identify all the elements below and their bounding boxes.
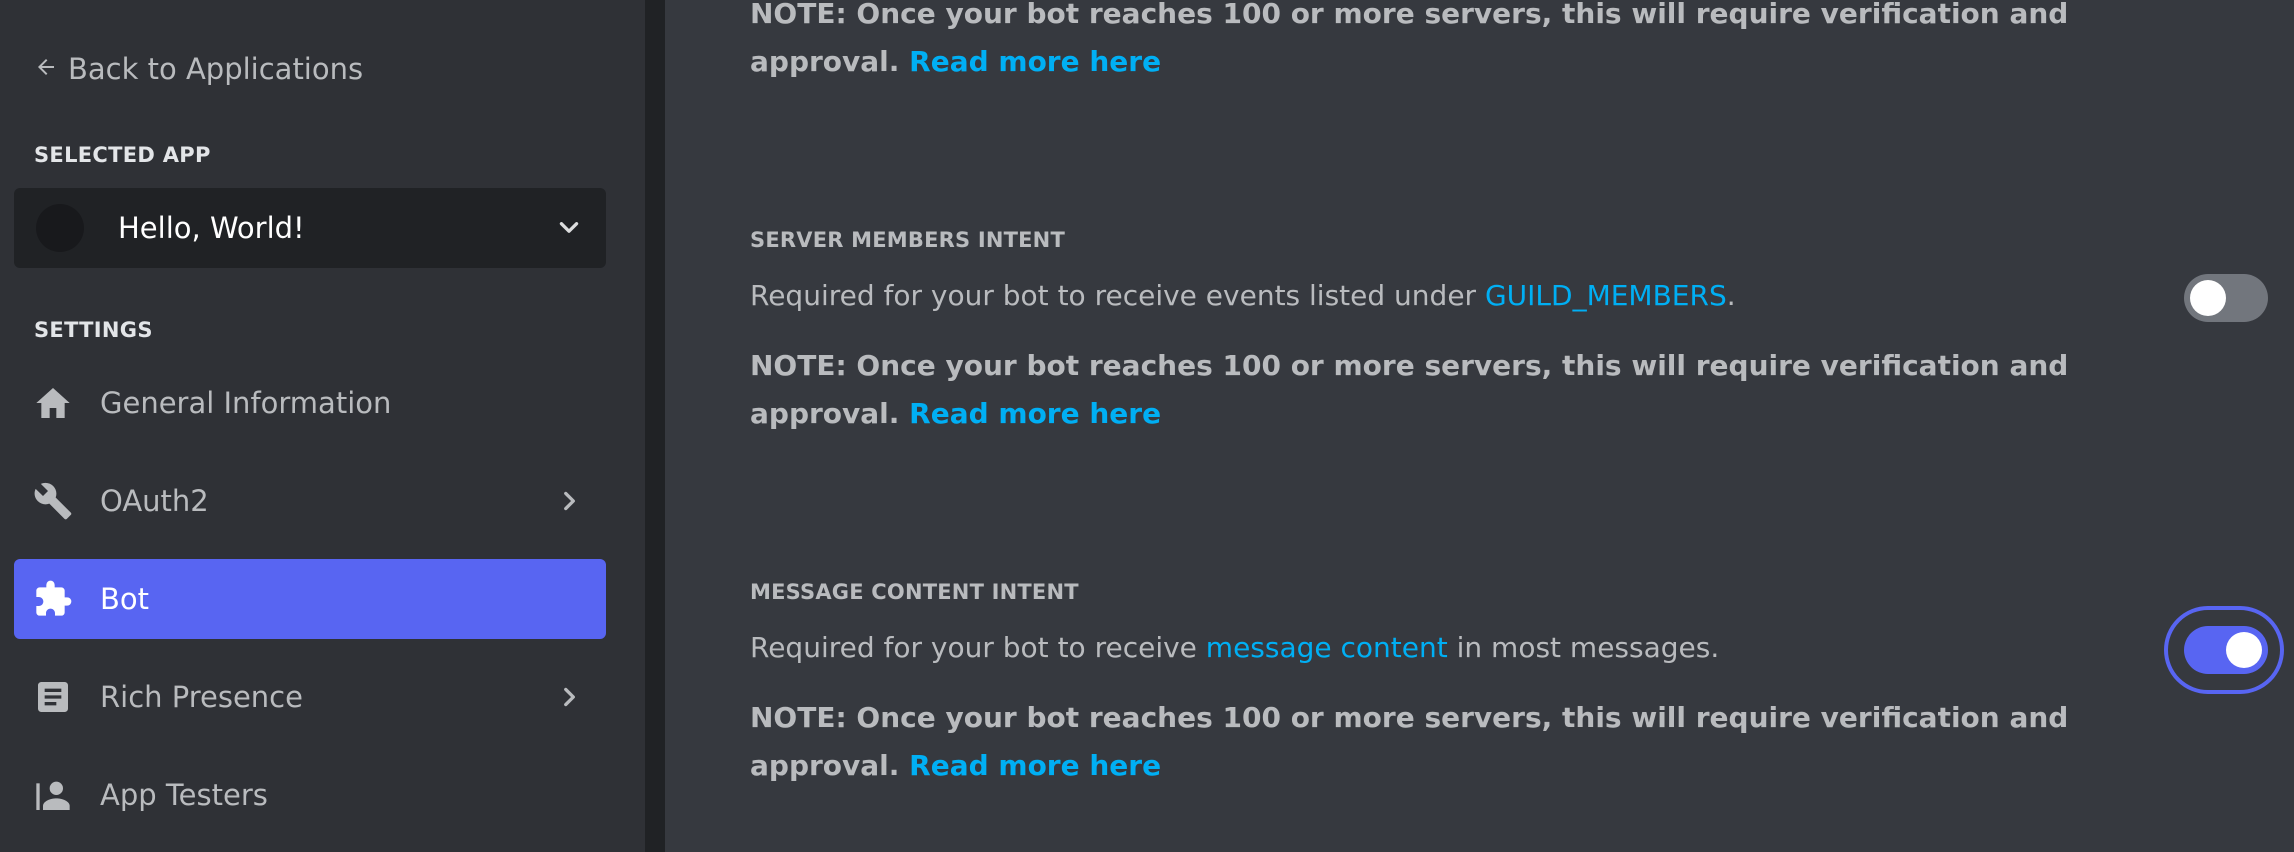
message-content-intent-title: MESSAGE CONTENT INTENT (750, 580, 1079, 604)
sidebar-divider (645, 0, 665, 852)
main-content: NOTE: Once your bot reaches 100 or more … (665, 0, 2294, 852)
sidebar-item-bot[interactable]: Bot (14, 559, 606, 639)
server-members-intent-description: Required for your bot to receive events … (750, 279, 1736, 312)
sidebar-item-label: OAuth2 (100, 484, 209, 518)
sidebar: Back to Applications SELECTED APP Hello,… (0, 0, 645, 852)
settings-heading: SETTINGS (34, 318, 153, 342)
document-icon (32, 676, 74, 718)
message-content-intent-note: NOTE: Once your bot reaches 100 or more … (750, 694, 2150, 790)
sidebar-item-label: Rich Presence (100, 680, 303, 714)
description-text: in most messages. (1447, 631, 1720, 664)
back-link-label: Back to Applications (68, 52, 364, 86)
sidebar-item-oauth2[interactable]: OAuth2 (14, 461, 606, 541)
app-avatar (36, 204, 84, 252)
message-content-intent-description: Required for your bot to receive message… (750, 631, 1719, 664)
chevron-down-icon (554, 213, 584, 243)
description-text: Required for your bot to receive events … (750, 279, 1485, 312)
back-to-applications-link[interactable]: Back to Applications (34, 52, 363, 86)
sidebar-item-label: Bot (100, 582, 150, 616)
sidebar-item-general-information[interactable]: General Information (14, 363, 606, 443)
person-icon (32, 774, 74, 816)
guild-members-link[interactable]: GUILD_MEMBERS (1485, 279, 1727, 312)
sidebar-item-rich-presence[interactable]: Rich Presence (14, 657, 606, 737)
server-members-intent-note: NOTE: Once your bot reaches 100 or more … (750, 342, 2150, 438)
server-members-intent-title: SERVER MEMBERS INTENT (750, 228, 1065, 252)
app-selector[interactable]: Hello, World! (14, 188, 606, 268)
toggle-knob (2190, 280, 2226, 316)
message-content-link[interactable]: message content (1206, 631, 1448, 664)
read-more-link[interactable]: Read more here (909, 749, 1161, 782)
message-content-intent-toggle[interactable] (2184, 626, 2268, 674)
read-more-link[interactable]: Read more here (909, 397, 1161, 430)
toggle-knob (2226, 632, 2262, 668)
presence-intent-note: NOTE: Once your bot reaches 100 or more … (750, 0, 2150, 86)
arrow-left-icon (34, 52, 58, 86)
wrench-icon (32, 480, 74, 522)
description-text: . (1726, 279, 1736, 312)
home-icon (32, 382, 74, 424)
app-name: Hello, World! (118, 211, 305, 245)
puzzle-icon (32, 578, 74, 620)
read-more-link[interactable]: Read more here (909, 45, 1161, 78)
selected-app-heading: SELECTED APP (34, 143, 211, 167)
sidebar-item-app-testers[interactable]: App Testers (14, 755, 606, 835)
server-members-intent-toggle[interactable] (2184, 274, 2268, 322)
sidebar-item-label: App Testers (100, 778, 268, 812)
chevron-right-icon (554, 682, 584, 712)
sidebar-item-label: General Information (100, 386, 392, 420)
description-text: Required for your bot to receive (750, 631, 1206, 664)
chevron-right-icon (554, 486, 584, 516)
